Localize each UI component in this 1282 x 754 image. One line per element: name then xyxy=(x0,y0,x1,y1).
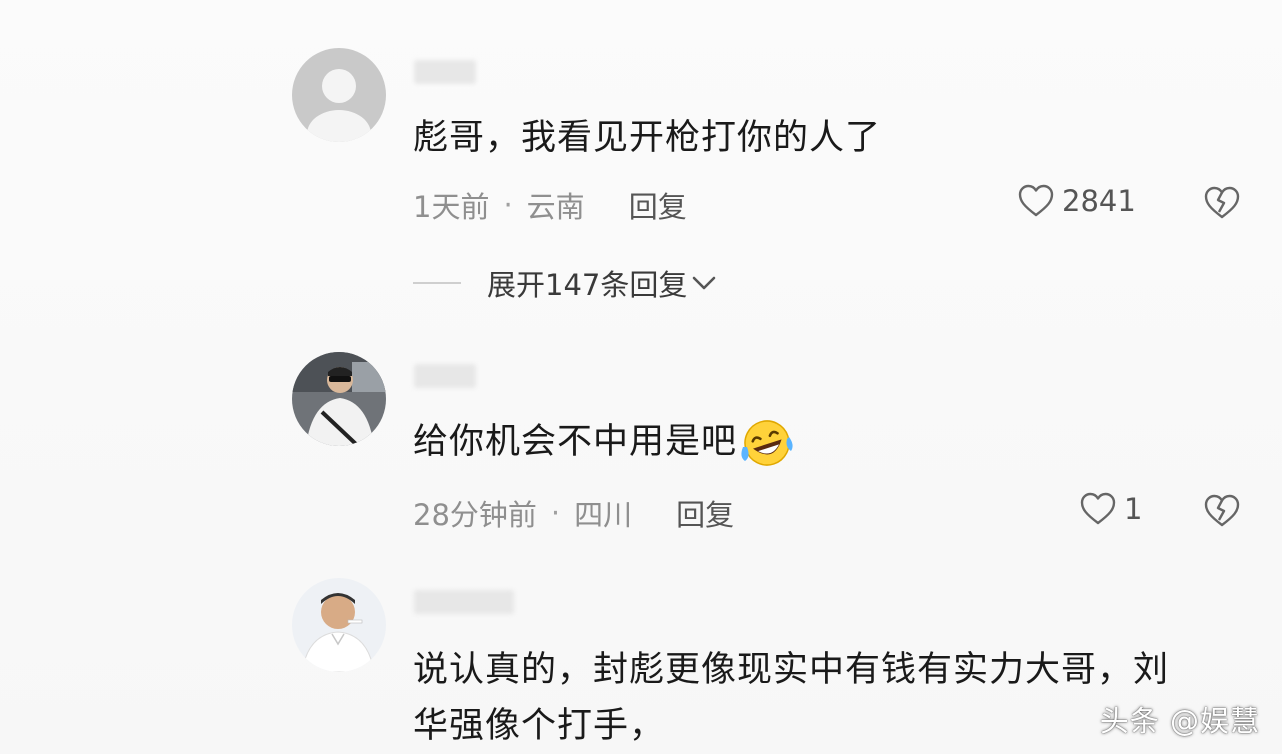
reply-button[interactable]: 回复 xyxy=(676,492,734,534)
comment-text-line: 华强像个打手， xyxy=(413,706,666,746)
laughing-crying-emoji-icon xyxy=(741,420,793,466)
username-redacted[interactable] xyxy=(414,590,514,614)
username-redacted[interactable] xyxy=(414,60,476,84)
expand-replies-button[interactable]: 展开147条回复 xyxy=(413,262,717,304)
comment-list: 彪哥，我看见开枪打你的人了 1天前 · 云南 回复 2841 展开147条回复 xyxy=(0,0,1282,754)
comment-location: 云南 xyxy=(526,190,585,224)
dislike-button[interactable] xyxy=(1204,494,1240,528)
user-avatar[interactable] xyxy=(292,578,386,672)
separator-dot: · xyxy=(503,188,513,222)
like-button[interactable]: 2841 xyxy=(1018,184,1136,218)
comment-meta: 1天前 · 云南 回复 xyxy=(413,184,687,226)
comment-location: 四川 xyxy=(574,498,633,532)
reply-button[interactable]: 回复 xyxy=(629,184,687,226)
default-avatar[interactable] xyxy=(292,48,386,142)
broken-heart-icon xyxy=(1204,186,1240,219)
comment-meta: 28分钟前 · 四川 回复 xyxy=(413,492,734,534)
comment-time: 1天前 xyxy=(413,190,490,224)
separator-dot: · xyxy=(550,496,561,530)
heart-outline-icon xyxy=(1080,492,1116,525)
comment-time: 28分钟前 xyxy=(413,498,537,532)
like-button[interactable]: 1 xyxy=(1080,492,1142,526)
comment-text: 彪哥，我看见开枪打你的人了 xyxy=(413,118,882,158)
expand-replies-label: 展开147条回复 xyxy=(487,268,688,302)
dislike-button[interactable] xyxy=(1204,186,1240,220)
comment-text: 给你机会不中用是吧 xyxy=(413,416,795,469)
comment-text-body: 给你机会不中用是吧 xyxy=(413,422,738,462)
broken-heart-icon xyxy=(1204,494,1240,527)
like-count: 1 xyxy=(1124,492,1143,526)
chevron-down-icon xyxy=(693,276,716,290)
comment-text-line: 说认真的，封彪更像现实中有钱有实力大哥，刘 xyxy=(413,650,1170,690)
username-redacted[interactable] xyxy=(414,364,476,388)
divider-line xyxy=(413,282,461,284)
heart-outline-icon xyxy=(1018,184,1054,217)
user-avatar[interactable] xyxy=(292,352,386,446)
watermark: 头条 @娱慧 xyxy=(1099,704,1260,738)
like-count: 2841 xyxy=(1062,184,1136,218)
